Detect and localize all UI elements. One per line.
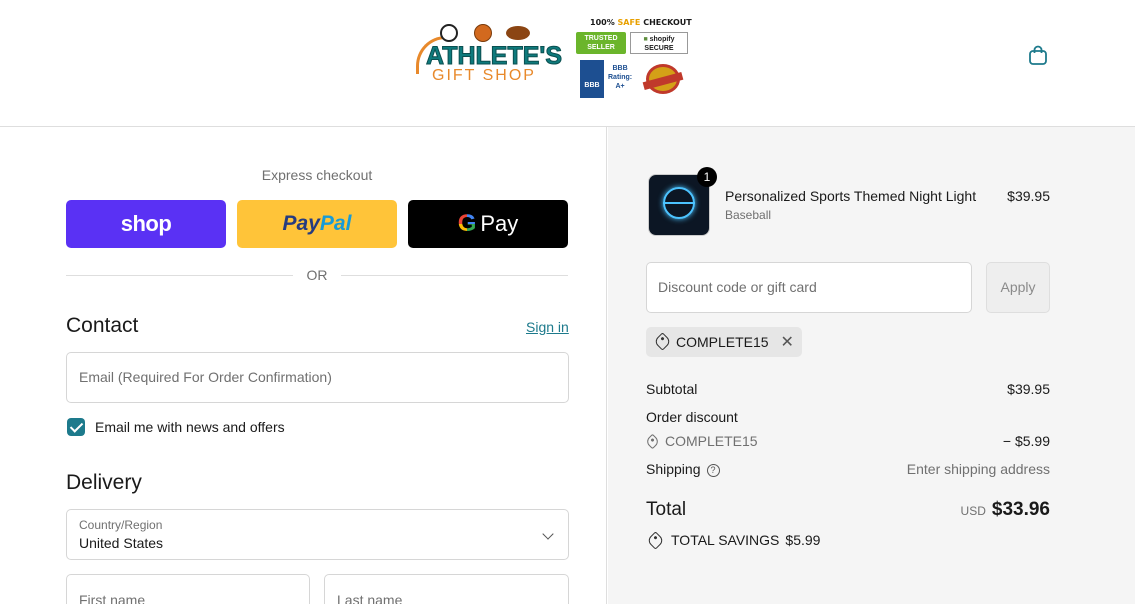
applied-discount-chip: COMPLETE15 ✕ [646,327,802,357]
bbb-rating-line2: Rating: [608,74,633,81]
shopping-bag-icon[interactable] [1027,44,1049,66]
trusted-seller-badge: TRUSTED SELLER [576,32,626,54]
shipping-label: Shipping [646,461,701,477]
safe-checkout-safe: SAFE [617,18,641,27]
guarantee-seal [646,64,680,94]
or-label: OR [293,267,341,283]
google-pay-label: Pay [480,211,519,236]
discount-code-label: COMPLETE15 [665,433,758,449]
paypal-button[interactable]: Pay Pal [237,200,397,248]
google-pay-button[interactable]: G Pay [408,200,568,248]
product-name: Personalized Sports Themed Night Light [725,188,977,204]
country-caption: Country/Region [79,518,163,532]
savings-label: TOTAL SAVINGS [671,532,780,548]
shopify-secure-badge: ■ shopify SECURE [630,32,688,54]
shopify-badge-label: shopify [649,36,675,43]
bbb-rating-line1: BBB [612,65,628,72]
total-value: $33.96 [991,499,1050,520]
safe-checkout-label: 100% SAFE CHECKOUT [590,18,692,27]
paypal-label-pal: Pal [319,212,352,235]
shipping-row: Shipping? Enter shipping address [646,461,1050,477]
newsletter-label: Email me with news and offers [95,419,285,435]
basketball-icon [474,24,492,42]
product-price: $39.95 [1007,188,1050,204]
delivery-title: Delivery [66,471,142,494]
discount-code-row: COMPLETE15 − $5.99 [644,433,1050,450]
help-icon[interactable]: ? [706,463,720,477]
order-summary: 1 Personalized Sports Themed Night Light… [608,127,1135,604]
country-select[interactable]: Country/Region United States [66,509,569,560]
shop-pay-button[interactable]: shop [66,200,226,248]
contact-title: Contact [66,314,139,337]
order-discount-row: Order discount [646,409,1050,425]
shopify-badge-sub: SECURE [644,45,674,52]
shipping-value: Enter shipping address [906,461,1050,477]
currency-code: USD [960,504,986,518]
apply-button[interactable]: Apply [986,262,1050,313]
close-icon[interactable]: ✕ [780,328,793,358]
shop-pay-label: shop [120,211,172,236]
email-field[interactable]: Email (Required For Order Confirmation) [66,352,569,403]
shopify-bag-icon: ■ [643,36,648,43]
football-icon [506,26,530,40]
bbb-rating: BBB Rating: A+ [608,64,632,91]
trust-badges: 100% SAFE CHECKOUT TRUSTED SELLER ■ shop… [576,16,692,100]
google-g-icon: G [457,210,477,237]
sign-in-link[interactable]: Sign in [526,319,569,335]
subtotal-value: $39.95 [1007,381,1050,397]
paypal-label-pay: Pay [282,212,320,235]
night-light-image [663,187,695,219]
logo-line2: GIFT SHOP [432,67,536,84]
quantity-badge: 1 [697,167,717,187]
site-header: ATHLETE'S GIFT SHOP 100% SAFE CHECKOUT T… [0,0,1135,127]
discount-value: − $5.99 [1002,433,1050,449]
soccer-ball-icon [440,24,458,42]
country-value: United States [79,535,164,551]
order-discount-label: Order discount [646,409,738,425]
total-amount: USD $33.96 [961,499,1050,521]
bbb-logo: BBB [580,60,604,98]
newsletter-checkbox[interactable] [67,418,85,436]
safe-checkout-percent: 100% [590,18,615,27]
bbb-rating-line3: A+ [615,83,625,90]
last-name-field[interactable]: Last name [324,574,569,604]
product-variant: Baseball [725,208,772,222]
savings-value: $5.99 [785,532,821,548]
first-name-field[interactable]: First name [66,574,310,604]
total-savings-row: TOTAL SAVINGS $5.99 [646,531,1050,550]
safe-checkout-word: CHECKOUT [643,18,692,27]
express-checkout-title: Express checkout [261,167,373,183]
discount-code-input[interactable]: Discount code or gift card [646,262,972,313]
athletes-gift-shop-logo[interactable]: ATHLETE'S GIFT SHOP [414,22,563,88]
checkout-form: Express checkout shop Pay Pal G Pay OR Con… [0,127,607,604]
subtotal-label: Subtotal [646,381,698,397]
total-label: Total [646,499,687,520]
applied-discount-code: COMPLETE15 [676,334,769,350]
tag-icon [653,332,672,351]
total-row: Total USD $33.96 [646,499,1050,521]
subtotal-row: Subtotal $39.95 [646,381,1050,397]
